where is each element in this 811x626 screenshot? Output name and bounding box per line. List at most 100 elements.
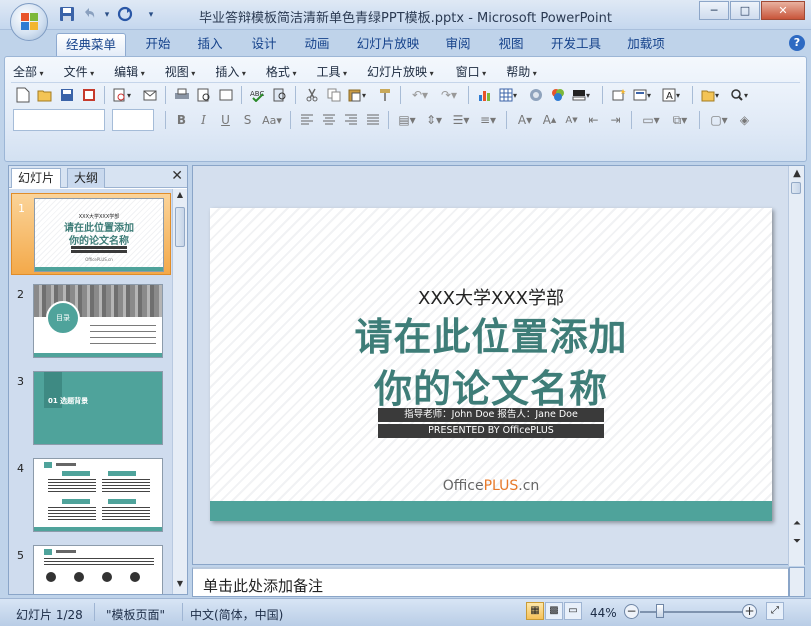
slide-title-line-2[interactable]: 你的论文名称 <box>210 358 772 413</box>
slide-sorter-icon[interactable]: ▩ <box>545 602 563 620</box>
notes-scrollbar[interactable] <box>789 567 805 597</box>
new-icon[interactable] <box>13 85 32 104</box>
shadow-icon[interactable]: S <box>238 111 257 130</box>
clipart-icon[interactable] <box>526 85 545 104</box>
shrink-font-icon[interactable]: A ▼ <box>562 111 581 130</box>
next-slide-icon[interactable]: ⏷ <box>791 536 803 547</box>
shapes-icon[interactable]: ▭▾ <box>638 111 664 130</box>
cut-icon[interactable] <box>302 85 321 104</box>
shape-fill-icon[interactable]: ◈ <box>735 111 754 130</box>
paste-icon[interactable]: ▾ <box>346 85 372 104</box>
menu-window[interactable]: 窗口 <box>456 63 487 80</box>
presented-bar[interactable]: PRESENTED BY OfficePLUS <box>378 424 604 438</box>
copy-icon[interactable] <box>324 85 343 104</box>
tab-animation[interactable]: 动画 <box>297 33 337 56</box>
permission-icon[interactable] <box>79 85 98 104</box>
arrange-icon[interactable]: ⧉▾ <box>667 111 693 130</box>
normal-view-icon[interactable]: ▦ <box>526 602 544 620</box>
increase-indent-icon[interactable]: ⇥ <box>606 111 625 130</box>
fit-window-icon[interactable]: ⤢ <box>766 602 784 620</box>
align-right-icon[interactable] <box>341 111 360 130</box>
tab-design[interactable]: 设计 <box>244 33 284 56</box>
grow-font-icon[interactable]: A ▲ <box>540 111 559 130</box>
change-case-icon[interactable]: Aa▾ <box>260 111 284 130</box>
textbox-icon[interactable]: A ▾ <box>660 85 686 104</box>
quick-styles-icon[interactable]: ▢▾ <box>706 111 732 130</box>
print-icon[interactable] <box>172 85 191 104</box>
tab-slideshow[interactable]: 幻灯片放映 <box>352 33 424 56</box>
slide-view-icon[interactable] <box>216 85 235 104</box>
thumbnail-item[interactable]: 4 <box>11 454 171 536</box>
slide-scrollbar[interactable]: ▲ ⏶ ⏷ <box>788 166 804 566</box>
scroll-up-icon[interactable]: ▲ <box>791 168 803 179</box>
tab-view[interactable]: 视图 <box>491 33 531 56</box>
print-preview-icon[interactable]: ▾ <box>111 85 137 104</box>
thumbnail-item[interactable]: 5 <box>11 541 171 594</box>
folder-icon[interactable]: ▾ <box>699 85 725 104</box>
scroll-thumb[interactable] <box>791 182 801 194</box>
tab-classic-menu[interactable]: 经典菜单 <box>56 33 126 56</box>
slide-canvas[interactable]: XXX大学XXX学部 请在此位置添加 你的论文名称 指导老师：John Doe … <box>210 208 772 521</box>
open-icon[interactable] <box>35 85 54 104</box>
slideshow-view-icon[interactable]: ▭ <box>564 602 582 620</box>
menu-slideshow[interactable]: 幻灯片放映 <box>367 63 434 80</box>
minimize-button[interactable]: ─ <box>699 1 729 20</box>
zoom-icon[interactable]: ▾ <box>728 85 754 104</box>
maximize-button[interactable]: □ <box>730 1 760 20</box>
menu-help[interactable]: 帮助 <box>506 63 537 80</box>
font-color-icon[interactable]: A▾ <box>513 111 537 130</box>
spelling-icon[interactable]: ABC <box>248 85 267 104</box>
scroll-up-icon[interactable]: ▲ <box>174 190 186 204</box>
thumbnail-item[interactable]: 1 XXX大学XXX学部 请在此位置添加 你的论文名称 OfficePLUS.c… <box>11 193 171 275</box>
justify-icon[interactable] <box>363 111 382 130</box>
menu-file[interactable]: 文件 <box>64 63 95 80</box>
menu-format[interactable]: 格式 <box>266 63 297 80</box>
chart-icon[interactable] <box>475 85 494 104</box>
menu-insert[interactable]: 插入 <box>215 63 246 80</box>
font-name-combo[interactable] <box>13 109 105 131</box>
scroll-down-icon[interactable]: ▼ <box>174 579 186 593</box>
tab-insert[interactable]: 插入 <box>190 33 230 56</box>
close-button[interactable]: ✕ <box>761 1 805 20</box>
text-direction-icon[interactable]: ▤▾ <box>395 111 419 130</box>
help-icon[interactable]: ? <box>789 35 805 51</box>
line-spacing-icon[interactable]: ⇕▾ <box>422 111 446 130</box>
slide-title-line-1[interactable]: 请在此位置添加 <box>210 306 772 361</box>
undo-toolbar-icon[interactable]: ↶▾ <box>407 85 433 104</box>
email-icon[interactable] <box>140 85 159 104</box>
scroll-thumb[interactable] <box>175 207 185 247</box>
layout-icon[interactable]: ▾ <box>631 85 657 104</box>
advisor-bar[interactable]: 指导老师：John Doe 报告人：Jane Doe <box>378 408 604 422</box>
bullets-icon[interactable]: ☰▾ <box>449 111 473 130</box>
preview-icon[interactable] <box>194 85 213 104</box>
office-button[interactable] <box>10 3 48 41</box>
decrease-indent-icon[interactable]: ⇤ <box>584 111 603 130</box>
thumbnail-scrollbar[interactable]: ▲ ▼ <box>172 189 187 594</box>
table-icon[interactable]: ▾ <box>497 85 523 104</box>
tab-home[interactable]: 开始 <box>138 33 178 56</box>
tab-slides[interactable]: 幻灯片 <box>11 168 62 188</box>
align-left-icon[interactable] <box>297 111 316 130</box>
underline-icon[interactable]: U <box>216 111 235 130</box>
bold-icon[interactable]: B <box>172 111 191 130</box>
zoom-out-icon[interactable]: − <box>624 604 639 619</box>
picture-icon[interactable] <box>548 85 567 104</box>
zoom-level[interactable]: 44% <box>590 606 617 620</box>
thumbnail-item[interactable]: 3 01 选题背景 <box>11 367 171 449</box>
previous-slide-icon[interactable]: ⏶ <box>791 518 803 529</box>
font-size-combo[interactable] <box>112 109 154 131</box>
save-file-icon[interactable] <box>57 85 76 104</box>
numbering-icon[interactable]: ≡▾ <box>476 111 500 130</box>
color-scheme-icon[interactable]: ▾ <box>570 85 596 104</box>
tab-outline[interactable]: 大纲 <box>67 168 106 188</box>
thumbnail-item[interactable]: 2 目录 <box>11 280 171 362</box>
research-icon[interactable] <box>270 85 289 104</box>
notes-pane[interactable]: 单击此处添加备注 <box>192 567 789 597</box>
theme-name[interactable]: "模板页面" <box>106 606 165 623</box>
format-painter-icon[interactable] <box>375 85 394 104</box>
language-status[interactable]: 中文(简体，中国) <box>190 606 283 623</box>
tab-review[interactable]: 审阅 <box>438 33 478 56</box>
close-icon[interactable]: ✕ <box>171 168 183 184</box>
italic-icon[interactable]: I <box>194 111 213 130</box>
zoom-in-icon[interactable]: + <box>742 604 757 619</box>
